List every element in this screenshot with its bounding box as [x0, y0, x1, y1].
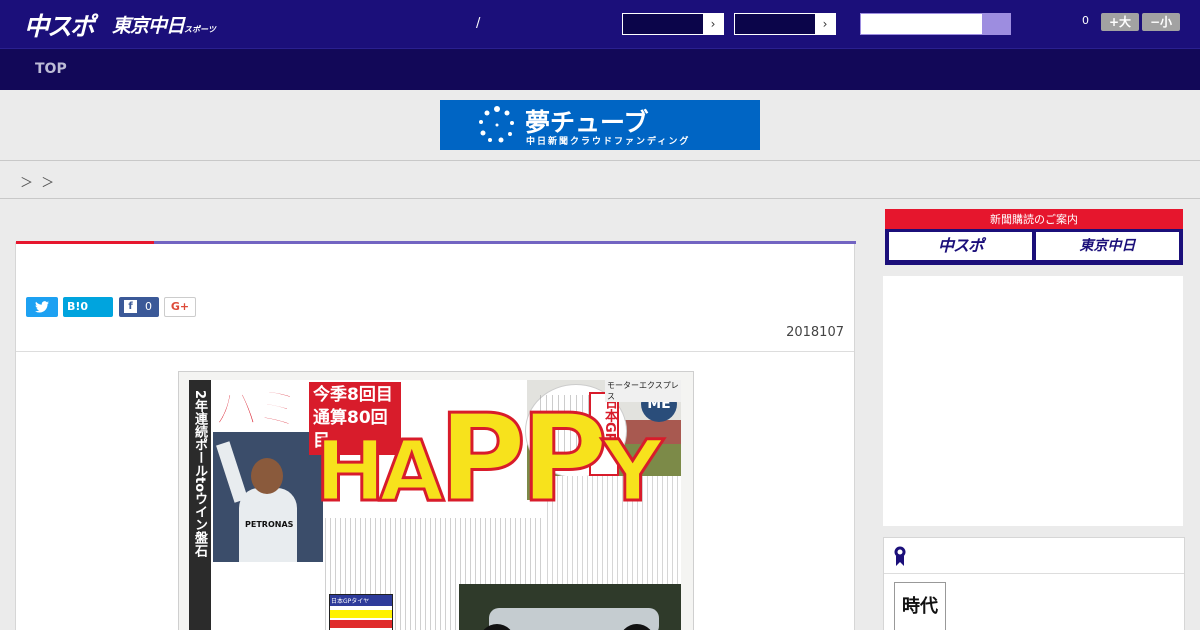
facebook-count: 0 [145, 300, 152, 313]
newspaper-front-page: 日本GP ME モーターエクスプレス 2年連続ポールtoウイン盤石 PETRON… [189, 380, 681, 630]
subscribe-chuspo-button[interactable]: 中スポ [889, 232, 1032, 260]
facebook-icon: f [124, 300, 137, 313]
category-select-2[interactable]: › [734, 13, 836, 35]
chevron-right-icon: › [815, 14, 835, 34]
tokyo-chunichi-logo[interactable]: 東京中日スポーツ [112, 11, 216, 38]
font-size-count: 0 [1082, 14, 1089, 27]
article-header-accent [16, 241, 154, 244]
subscribe-tokyo-button[interactable]: 東京中日 [1036, 232, 1179, 260]
happy-pp: PP [437, 389, 610, 531]
tire-info-box: 日本GPタイヤ [329, 594, 393, 630]
banner-subtitle: 中日新聞クラウドファンディング [526, 137, 691, 147]
sidebar-ad[interactable] [883, 276, 1183, 526]
hatena-bookmark-button[interactable]: B!0 [63, 297, 113, 317]
ranking-thumbnail[interactable]: 時代 [894, 582, 946, 630]
subscription-label: 新聞購読のご案内 [990, 213, 1078, 226]
happy-ha: HA [313, 421, 445, 522]
facebook-share-button[interactable]: f 0 [119, 297, 159, 317]
tire-bar-red [330, 620, 392, 628]
ranking-header [884, 538, 1184, 574]
search-button[interactable] [982, 14, 1010, 34]
happy-headline: HAPPY [313, 389, 665, 531]
article-header-bar [16, 241, 856, 244]
font-bigger-button[interactable]: +大 [1101, 13, 1139, 31]
happy-y: Y [601, 421, 665, 522]
tire-info-header: 日本GPタイヤ [330, 595, 392, 606]
petronas-text: PETRONAS [245, 520, 294, 529]
category-select-1[interactable]: › [622, 13, 724, 35]
article-date: 2018107 [786, 325, 844, 340]
divider [0, 160, 1200, 161]
driver-arm [216, 441, 248, 503]
driver-photo: PETRONAS [213, 432, 323, 562]
newspaper-image[interactable]: 日本GP ME モーターエクスプレス 2年連続ポールtoウイン盤石 PETRON… [178, 371, 694, 630]
chevron-right-icon: › [703, 14, 723, 34]
search-input[interactable] [860, 13, 1011, 35]
header-separator: / [476, 16, 481, 31]
tire-bar-yellow [330, 610, 392, 618]
tokyo-logo-text: 東京中日 [112, 15, 185, 37]
main-nav: TOP [0, 48, 1200, 90]
twitter-share-button[interactable] [26, 297, 58, 317]
divider [16, 351, 854, 352]
divider [0, 198, 1200, 199]
top-header: 中スポ 東京中日スポーツ / › › 0 +大 −小 [0, 0, 1200, 48]
vertical-headline-strip: 2年連続ポールtoウイン盤石 [189, 380, 211, 630]
driver-head [251, 458, 283, 494]
twitter-icon [35, 301, 49, 313]
hami-headline: ハミ [212, 382, 302, 436]
breadcrumb[interactable]: ＞ ＞ [20, 172, 56, 191]
yume-tube-banner[interactable]: 夢チューブ 中日新聞クラウドファンディング [440, 100, 760, 150]
vertical-headline: 2年連続ポールtoウイン盤石 [192, 390, 207, 558]
dots-circle-icon [479, 106, 514, 143]
ranking-box: 時代 [883, 537, 1185, 630]
subscription-box: 新聞購読のご案内 中スポ 東京中日 [885, 209, 1183, 265]
google-plus-share-button[interactable]: G+ [164, 297, 196, 317]
chuspo-logo[interactable]: 中スポ [24, 7, 95, 43]
nav-item-top[interactable]: TOP [35, 61, 67, 77]
f1-car-photo [459, 584, 681, 630]
article-card: B!0 f 0 G+ 2018107 日本GP ME モーターエクスプレス 2年… [15, 241, 856, 630]
font-smaller-button[interactable]: −小 [1142, 13, 1180, 31]
tokyo-logo-sub: スポーツ [184, 25, 216, 34]
ribbon-icon [894, 546, 906, 566]
